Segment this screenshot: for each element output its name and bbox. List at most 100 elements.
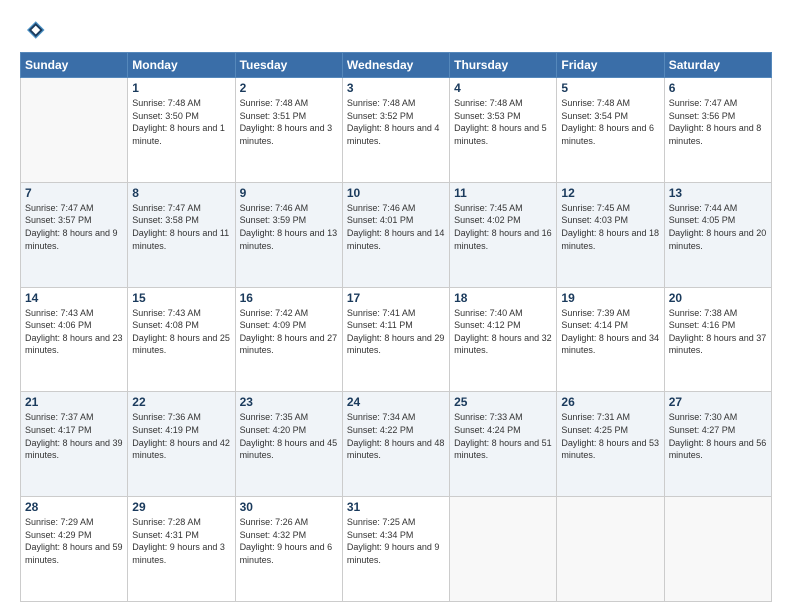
weekday-header-saturday: Saturday bbox=[664, 53, 771, 78]
day-number: 20 bbox=[669, 291, 767, 305]
calendar-cell: 27 Sunrise: 7:30 AMSunset: 4:27 PMDayligh… bbox=[664, 392, 771, 497]
calendar-cell: 11 Sunrise: 7:45 AMSunset: 4:02 PMDayligh… bbox=[450, 182, 557, 287]
calendar-cell: 3 Sunrise: 7:48 AMSunset: 3:52 PMDaylight… bbox=[342, 78, 449, 183]
day-info: Sunrise: 7:45 AMSunset: 4:02 PMDaylight:… bbox=[454, 202, 552, 252]
day-info: Sunrise: 7:37 AMSunset: 4:17 PMDaylight:… bbox=[25, 411, 123, 461]
calendar-cell: 18 Sunrise: 7:40 AMSunset: 4:12 PMDayligh… bbox=[450, 287, 557, 392]
day-info: Sunrise: 7:44 AMSunset: 4:05 PMDaylight:… bbox=[669, 202, 767, 252]
day-number: 16 bbox=[240, 291, 338, 305]
day-info: Sunrise: 7:48 AMSunset: 3:50 PMDaylight:… bbox=[132, 97, 230, 147]
day-number: 12 bbox=[561, 186, 659, 200]
day-info: Sunrise: 7:26 AMSunset: 4:32 PMDaylight:… bbox=[240, 516, 338, 566]
day-info: Sunrise: 7:46 AMSunset: 3:59 PMDaylight:… bbox=[240, 202, 338, 252]
day-number: 6 bbox=[669, 81, 767, 95]
calendar-cell: 1Sunrise: 7:48 AMSunset: 3:50 PMDaylight… bbox=[128, 78, 235, 183]
calendar-cell: 4 Sunrise: 7:48 AMSunset: 3:53 PMDaylight… bbox=[450, 78, 557, 183]
day-info: Sunrise: 7:43 AMSunset: 4:06 PMDaylight:… bbox=[25, 307, 123, 357]
day-info: Sunrise: 7:35 AMSunset: 4:20 PMDaylight:… bbox=[240, 411, 338, 461]
calendar-cell bbox=[557, 497, 664, 602]
day-number: 13 bbox=[669, 186, 767, 200]
weekday-header-tuesday: Tuesday bbox=[235, 53, 342, 78]
calendar-cell: 30Sunrise: 7:26 AMSunset: 4:32 PMDayligh… bbox=[235, 497, 342, 602]
day-info: Sunrise: 7:47 AMSunset: 3:56 PMDaylight:… bbox=[669, 97, 767, 147]
day-info: Sunrise: 7:40 AMSunset: 4:12 PMDaylight:… bbox=[454, 307, 552, 357]
calendar-cell: 8 Sunrise: 7:47 AMSunset: 3:58 PMDaylight… bbox=[128, 182, 235, 287]
calendar-week-5: 28Sunrise: 7:29 AMSunset: 4:29 PMDayligh… bbox=[21, 497, 772, 602]
day-info: Sunrise: 7:48 AMSunset: 3:54 PMDaylight:… bbox=[561, 97, 659, 147]
day-number: 31 bbox=[347, 500, 445, 514]
calendar-cell bbox=[21, 78, 128, 183]
day-number: 4 bbox=[454, 81, 552, 95]
day-number: 25 bbox=[454, 395, 552, 409]
day-number: 24 bbox=[347, 395, 445, 409]
calendar-week-1: 1Sunrise: 7:48 AMSunset: 3:50 PMDaylight… bbox=[21, 78, 772, 183]
day-number: 8 bbox=[132, 186, 230, 200]
calendar-cell: 7 Sunrise: 7:47 AMSunset: 3:57 PMDaylight… bbox=[21, 182, 128, 287]
page: SundayMondayTuesdayWednesdayThursdayFrid… bbox=[0, 0, 792, 612]
day-number: 5 bbox=[561, 81, 659, 95]
calendar-cell bbox=[664, 497, 771, 602]
calendar-cell: 24Sunrise: 7:34 AMSunset: 4:22 PMDayligh… bbox=[342, 392, 449, 497]
day-number: 17 bbox=[347, 291, 445, 305]
day-info: Sunrise: 7:28 AMSunset: 4:31 PMDaylight:… bbox=[132, 516, 230, 566]
calendar-week-2: 7 Sunrise: 7:47 AMSunset: 3:57 PMDaylight… bbox=[21, 182, 772, 287]
day-info: Sunrise: 7:31 AMSunset: 4:25 PMDaylight:… bbox=[561, 411, 659, 461]
day-number: 2 bbox=[240, 81, 338, 95]
calendar-cell: 9 Sunrise: 7:46 AMSunset: 3:59 PMDaylight… bbox=[235, 182, 342, 287]
logo bbox=[20, 16, 52, 44]
weekday-header-sunday: Sunday bbox=[21, 53, 128, 78]
calendar-cell: 19Sunrise: 7:39 AMSunset: 4:14 PMDayligh… bbox=[557, 287, 664, 392]
calendar-cell: 10 Sunrise: 7:46 AMSunset: 4:01 PMDayligh… bbox=[342, 182, 449, 287]
day-number: 9 bbox=[240, 186, 338, 200]
calendar-cell: 26Sunrise: 7:31 AMSunset: 4:25 PMDayligh… bbox=[557, 392, 664, 497]
calendar-cell: 22Sunrise: 7:36 AMSunset: 4:19 PMDayligh… bbox=[128, 392, 235, 497]
day-info: Sunrise: 7:29 AMSunset: 4:29 PMDaylight:… bbox=[25, 516, 123, 566]
calendar-cell: 13 Sunrise: 7:44 AMSunset: 4:05 PMDayligh… bbox=[664, 182, 771, 287]
calendar-cell: 20 Sunrise: 7:38 AMSunset: 4:16 PMDayligh… bbox=[664, 287, 771, 392]
calendar-cell: 6 Sunrise: 7:47 AMSunset: 3:56 PMDaylight… bbox=[664, 78, 771, 183]
day-info: Sunrise: 7:38 AMSunset: 4:16 PMDaylight:… bbox=[669, 307, 767, 357]
weekday-header-monday: Monday bbox=[128, 53, 235, 78]
day-number: 29 bbox=[132, 500, 230, 514]
weekday-header-wednesday: Wednesday bbox=[342, 53, 449, 78]
day-info: Sunrise: 7:41 AMSunset: 4:11 PMDaylight:… bbox=[347, 307, 445, 357]
weekday-header-thursday: Thursday bbox=[450, 53, 557, 78]
day-number: 27 bbox=[669, 395, 767, 409]
calendar-cell: 29 Sunrise: 7:28 AMSunset: 4:31 PMDayligh… bbox=[128, 497, 235, 602]
day-info: Sunrise: 7:36 AMSunset: 4:19 PMDaylight:… bbox=[132, 411, 230, 461]
day-info: Sunrise: 7:43 AMSunset: 4:08 PMDaylight:… bbox=[132, 307, 230, 357]
calendar-cell: 28Sunrise: 7:29 AMSunset: 4:29 PMDayligh… bbox=[21, 497, 128, 602]
day-info: Sunrise: 7:33 AMSunset: 4:24 PMDaylight:… bbox=[454, 411, 552, 461]
calendar-week-3: 14 Sunrise: 7:43 AMSunset: 4:06 PMDayligh… bbox=[21, 287, 772, 392]
day-info: Sunrise: 7:48 AMSunset: 3:52 PMDaylight:… bbox=[347, 97, 445, 147]
day-info: Sunrise: 7:30 AMSunset: 4:27 PMDaylight:… bbox=[669, 411, 767, 461]
day-info: Sunrise: 7:47 AMSunset: 3:58 PMDaylight:… bbox=[132, 202, 230, 252]
day-number: 3 bbox=[347, 81, 445, 95]
calendar-cell: 23 Sunrise: 7:35 AMSunset: 4:20 PMDayligh… bbox=[235, 392, 342, 497]
calendar-cell: 5 Sunrise: 7:48 AMSunset: 3:54 PMDaylight… bbox=[557, 78, 664, 183]
day-info: Sunrise: 7:48 AMSunset: 3:53 PMDaylight:… bbox=[454, 97, 552, 147]
day-info: Sunrise: 7:46 AMSunset: 4:01 PMDaylight:… bbox=[347, 202, 445, 252]
day-info: Sunrise: 7:48 AMSunset: 3:51 PMDaylight:… bbox=[240, 97, 338, 147]
calendar-cell: 14 Sunrise: 7:43 AMSunset: 4:06 PMDayligh… bbox=[21, 287, 128, 392]
day-number: 7 bbox=[25, 186, 123, 200]
day-number: 14 bbox=[25, 291, 123, 305]
day-number: 19 bbox=[561, 291, 659, 305]
day-info: Sunrise: 7:42 AMSunset: 4:09 PMDaylight:… bbox=[240, 307, 338, 357]
day-number: 21 bbox=[25, 395, 123, 409]
calendar-cell: 21 Sunrise: 7:37 AMSunset: 4:17 PMDayligh… bbox=[21, 392, 128, 497]
weekday-header-row: SundayMondayTuesdayWednesdayThursdayFrid… bbox=[21, 53, 772, 78]
calendar-cell: 16 Sunrise: 7:42 AMSunset: 4:09 PMDayligh… bbox=[235, 287, 342, 392]
day-number: 18 bbox=[454, 291, 552, 305]
day-info: Sunrise: 7:47 AMSunset: 3:57 PMDaylight:… bbox=[25, 202, 123, 252]
day-number: 23 bbox=[240, 395, 338, 409]
calendar-cell: 25 Sunrise: 7:33 AMSunset: 4:24 PMDayligh… bbox=[450, 392, 557, 497]
calendar-cell bbox=[450, 497, 557, 602]
calendar-cell: 15Sunrise: 7:43 AMSunset: 4:08 PMDayligh… bbox=[128, 287, 235, 392]
calendar-cell: 12 Sunrise: 7:45 AMSunset: 4:03 PMDayligh… bbox=[557, 182, 664, 287]
calendar-table: SundayMondayTuesdayWednesdayThursdayFrid… bbox=[20, 52, 772, 602]
day-info: Sunrise: 7:45 AMSunset: 4:03 PMDaylight:… bbox=[561, 202, 659, 252]
day-number: 11 bbox=[454, 186, 552, 200]
logo-icon bbox=[20, 16, 48, 44]
day-number: 10 bbox=[347, 186, 445, 200]
